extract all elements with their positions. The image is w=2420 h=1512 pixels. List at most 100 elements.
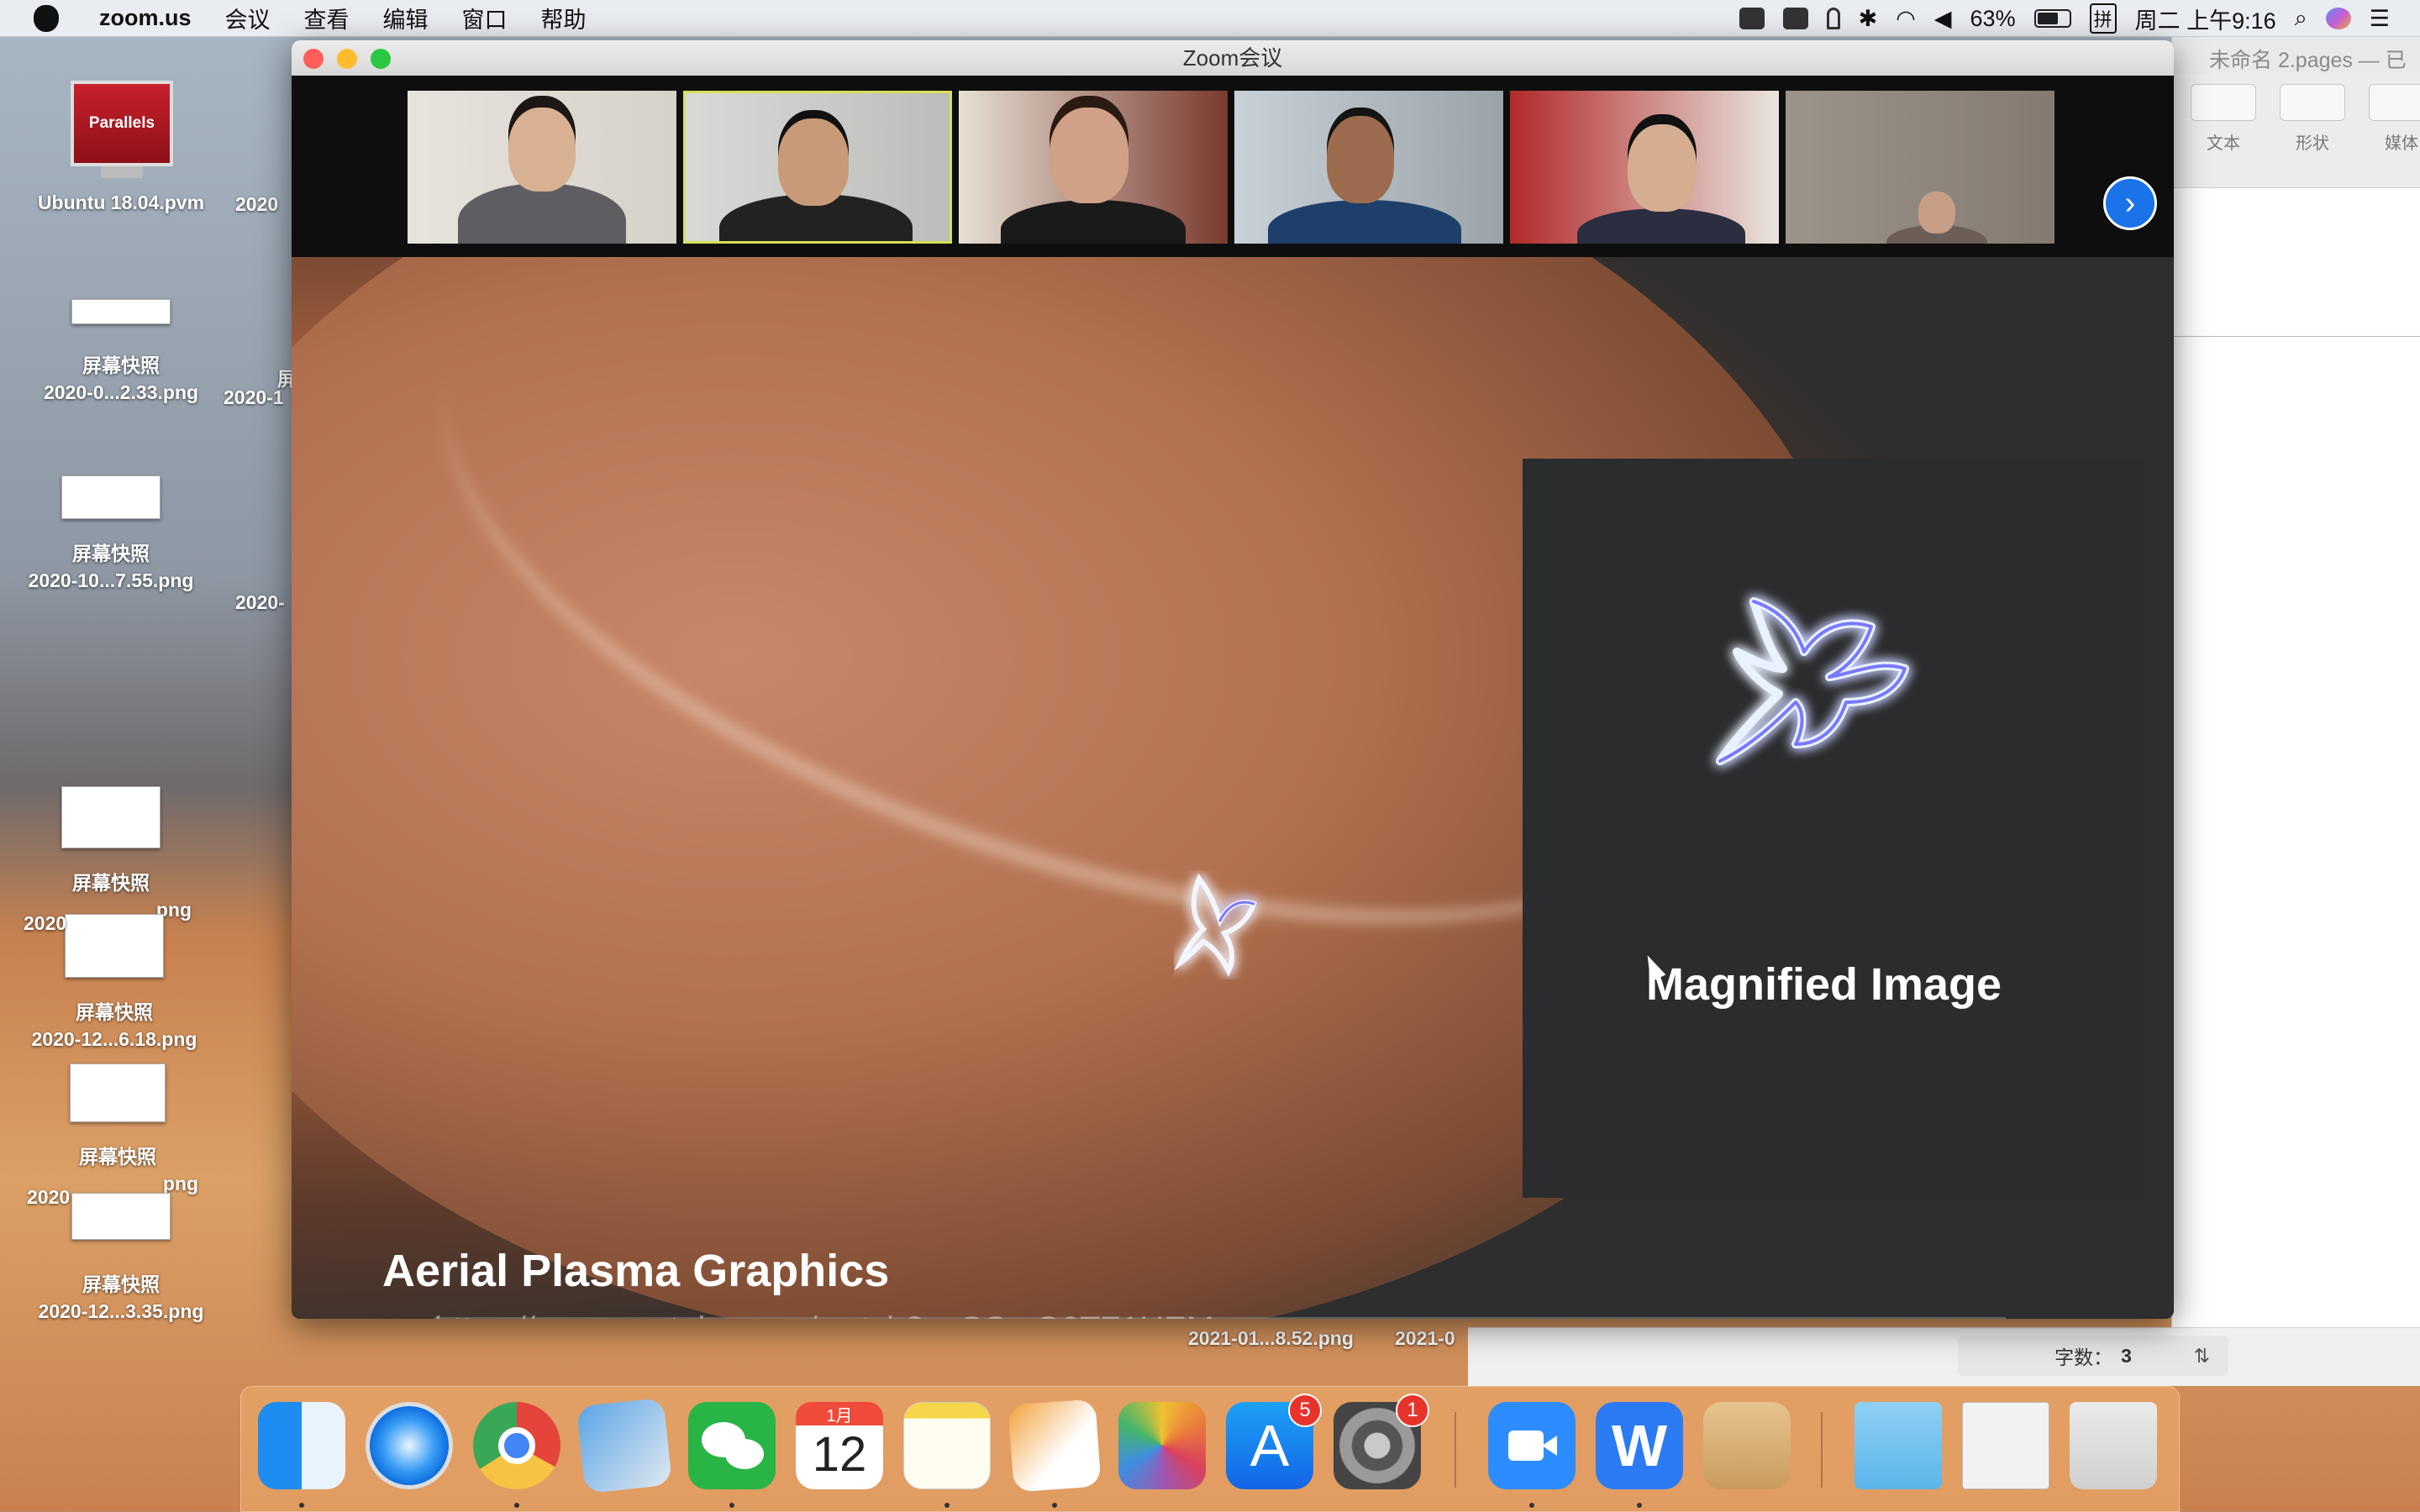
trash-icon[interactable] xyxy=(2070,1402,2157,1489)
desktop-partial-label[interactable]: 2020 xyxy=(235,193,278,216)
dock-separator xyxy=(1821,1412,1823,1488)
desktop-icon-label: 屏幕快照 xyxy=(72,543,150,564)
participant-strip: › xyxy=(292,76,2174,257)
divider xyxy=(2172,336,2420,337)
monitor-stand xyxy=(101,166,143,178)
notification-center-icon[interactable]: ☰ xyxy=(2370,6,2390,32)
desktop-icon-screenshot-3[interactable]: 屏幕快照 png xyxy=(2,786,220,923)
screenshot-thumbnail xyxy=(71,1193,171,1240)
pages-text-tool[interactable]: 文本 xyxy=(2191,84,2256,187)
zoom-button[interactable] xyxy=(371,49,391,69)
running-indicator xyxy=(1529,1503,1534,1508)
word-count-value: 3 xyxy=(2121,1344,2132,1367)
recent-documents-stack-icon[interactable] xyxy=(1962,1402,2049,1489)
window-title: Zoom会议 xyxy=(1182,45,1283,71)
desktop-icon-label: 屏幕快照 xyxy=(79,1146,156,1168)
desktop-icon-screenshot-1[interactable]: 屏幕快照 2020-0...2.33.png xyxy=(12,299,230,406)
menu-help[interactable]: 帮助 xyxy=(541,2,587,34)
calendar-icon[interactable]: 1月 12 xyxy=(796,1402,883,1489)
desktop-partial-label[interactable]: 2020-1 xyxy=(224,386,284,409)
video-caption: Aerial Plasma Graphics xyxy=(382,1246,890,1296)
menu-bar: zoom.us 会议 查看 编辑 窗口 帮助 ✱ ◠ ◀ 63% 拼 周二 上午… xyxy=(0,0,2420,37)
close-button[interactable] xyxy=(303,49,324,69)
desktop-icon-label: 2020-10...7.55.png xyxy=(28,569,194,591)
zoom-status-icon[interactable] xyxy=(1739,8,1765,29)
pages-shape-tool[interactable]: 形状 xyxy=(2280,84,2345,187)
wps-status-icon[interactable] xyxy=(1782,8,1808,29)
siri-icon[interactable] xyxy=(2325,8,2351,29)
mail-stamp-icon[interactable] xyxy=(576,1397,673,1494)
running-indicator xyxy=(1052,1503,1057,1508)
magnified-panel xyxy=(1523,459,2144,1198)
desktop-icon-label: 屏幕快照 xyxy=(72,872,150,894)
desktop-partial-label[interactable]: 2020 xyxy=(24,912,66,935)
archive-utility-icon[interactable] xyxy=(1703,1402,1791,1489)
wechat-icon[interactable] xyxy=(688,1402,776,1489)
finder-icon[interactable] xyxy=(258,1402,345,1489)
participant-video-5[interactable] xyxy=(1510,91,1779,244)
running-indicator xyxy=(514,1503,519,1508)
running-indicator xyxy=(944,1503,950,1508)
screenshot-thumbnail xyxy=(71,299,171,324)
battery-percent[interactable]: 63% xyxy=(1970,6,2016,32)
participant-video-3[interactable] xyxy=(959,91,1228,244)
headset-icon[interactable] xyxy=(1826,8,1840,29)
desktop-partial-label[interactable]: 2020- xyxy=(235,591,285,614)
tool-label: 媒体 xyxy=(2385,134,2418,153)
calendar-day: 12 xyxy=(812,1427,867,1482)
word-count-popup[interactable]: 字数： 3 ⇅ xyxy=(1958,1336,2228,1376)
zoom-meeting-window: Zoom会议 › Magnified Image Aerial Plasma G… xyxy=(292,40,2174,1319)
desktop-icon-ubuntu[interactable]: Ubuntu 18.04.pvm xyxy=(12,190,230,217)
dock: 1月 12 A 5 1 W xyxy=(240,1386,2180,1512)
safari-icon[interactable] xyxy=(366,1402,453,1489)
desktop-partial-label[interactable]: 2021-01...8.52.png xyxy=(1188,1327,1354,1350)
folder-icon[interactable] xyxy=(1854,1402,1942,1489)
desktop-icon-label: Ubuntu 18.04.pvm xyxy=(37,192,205,213)
notes-icon[interactable] xyxy=(903,1402,991,1489)
pages-media-tool[interactable]: 媒体 xyxy=(2369,84,2420,187)
volume-icon[interactable]: ◀ xyxy=(1934,6,1952,32)
menu-meeting[interactable]: 会议 xyxy=(225,2,271,34)
next-page-arrow-icon[interactable]: › xyxy=(2103,176,2157,230)
participant-video-2-active-speaker[interactable] xyxy=(683,91,952,244)
wifi-icon[interactable]: ◠ xyxy=(1896,6,1916,32)
desktop-partial-label[interactable]: 2020 xyxy=(27,1186,70,1209)
parallels-thumbnail[interactable]: Parallels xyxy=(71,81,173,166)
plasma-fairy-on-finger xyxy=(1174,873,1257,977)
desktop-icon-label: 屏幕快照 xyxy=(82,1273,160,1295)
media-icon xyxy=(2369,84,2420,121)
menu-app-name[interactable]: zoom.us xyxy=(99,5,192,31)
stepper-icon[interactable]: ⇅ xyxy=(2194,1345,2210,1368)
chrome-icon[interactable] xyxy=(473,1402,560,1489)
screenshot-thumbnail xyxy=(65,914,164,978)
minimize-button[interactable] xyxy=(337,49,357,69)
wps-office-icon[interactable]: W xyxy=(1596,1402,1683,1489)
participant-video-1[interactable] xyxy=(408,91,676,244)
desktop-icon-screenshot-2[interactable]: 屏幕快照 2020-10...7.55.png xyxy=(2,475,220,594)
input-method-icon[interactable]: 拼 xyxy=(2089,3,2117,34)
participant-video-6[interactable] xyxy=(1786,91,2054,244)
pages-toolbar: 文本 形状 媒体 xyxy=(2172,74,2420,188)
bluetooth-icon[interactable]: ✱ xyxy=(1859,6,1878,32)
desktop-icon-screenshot-5[interactable]: 屏幕快照 png xyxy=(8,1063,227,1197)
desktop-icon-screenshot-6[interactable]: 屏幕快照 2020-12...3.35.png xyxy=(12,1193,230,1325)
desktop-icon-label: 2020-12...6.18.png xyxy=(31,1027,197,1050)
running-indicator xyxy=(729,1503,734,1508)
spotlight-search-icon[interactable]: ⌕ xyxy=(2295,5,2307,32)
menu-window[interactable]: 窗口 xyxy=(462,2,508,34)
zoom-app-icon[interactable] xyxy=(1488,1402,1576,1489)
participant-video-4[interactable] xyxy=(1234,91,1503,244)
desktop-partial-label[interactable]: 2021-0 xyxy=(1395,1327,1455,1350)
pages-icon[interactable] xyxy=(1007,1399,1102,1493)
clock[interactable]: 周二 上午9:16 xyxy=(2135,3,2276,35)
desktop-icon-label: 2020-0...2.33.png xyxy=(43,381,199,403)
apple-menu-icon[interactable] xyxy=(34,4,59,32)
video-url-overlay: https://www.youtube.com/watch?v=SCmO0TZ1… xyxy=(434,1310,1214,1319)
pages-window-title: 未命名 2.pages — 已 xyxy=(2172,37,2420,74)
tool-label: 文本 xyxy=(2207,134,2240,153)
screen-share-view: Magnified Image Aerial Plasma Graphics ◂… xyxy=(292,257,2174,1319)
photos-icon[interactable] xyxy=(1118,1402,1206,1489)
menu-edit[interactable]: 编辑 xyxy=(383,2,429,34)
menu-view[interactable]: 查看 xyxy=(304,2,350,34)
battery-icon[interactable] xyxy=(2033,9,2071,28)
